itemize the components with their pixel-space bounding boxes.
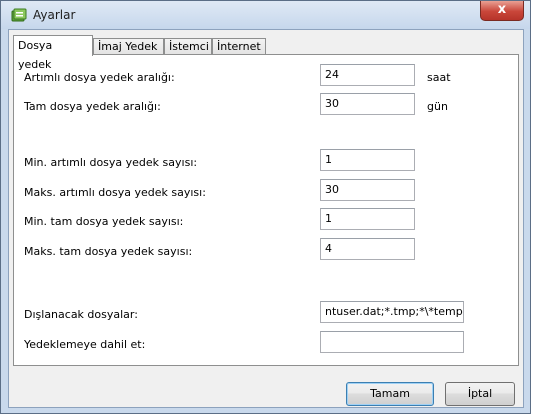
tab-internet[interactable]: İnternet (212, 38, 266, 55)
tab-dosya-yedek[interactable]: Dosya yedek (13, 35, 93, 71)
dialog-client-area: Dosya yedek İmaj Yedek İstemci İnternet … (8, 29, 524, 408)
close-button[interactable]: x (480, 1, 524, 21)
min-full-input[interactable]: 1 (320, 208, 415, 230)
excluded-files-input[interactable]: ntuser.dat;*.tmp;*\*temp*\ (320, 301, 464, 323)
ok-button[interactable]: Tamam (346, 382, 434, 406)
settings-app-icon (11, 8, 27, 22)
close-icon: x (497, 2, 507, 17)
include-in-backup-input[interactable] (320, 331, 464, 353)
full-interval-input[interactable]: 30 (320, 93, 415, 115)
incremental-interval-unit: saat (427, 71, 451, 84)
max-incremental-label: Maks. artımlı dosya yedek sayısı: (24, 186, 206, 199)
tab-panel-dosya-yedek: Artımlı dosya yedek aralığı: 24 saat Tam… (13, 54, 519, 366)
include-in-backup-label: Yedeklemeye dahil et: (24, 338, 146, 351)
max-full-input[interactable]: 4 (320, 238, 415, 260)
full-interval-label: Tam dosya yedek aralığı: (24, 100, 161, 113)
tab-istemci[interactable]: İstemci (164, 38, 212, 55)
min-incremental-input[interactable]: 1 (320, 149, 415, 171)
excluded-files-label: Dışlanacak dosyalar: (24, 308, 138, 321)
max-incremental-input[interactable]: 30 (320, 179, 415, 201)
window-title: Ayarlar (33, 8, 76, 22)
title-bar[interactable]: Ayarlar x (1, 1, 530, 29)
tab-imaj-yedek[interactable]: İmaj Yedek (93, 38, 164, 55)
settings-window: Ayarlar x Dosya yedek İmaj Yedek İstemci… (0, 0, 531, 414)
min-full-label: Min. tam dosya yedek sayısı: (24, 215, 184, 228)
full-interval-unit: gün (427, 100, 448, 113)
cancel-button[interactable]: İptal (445, 382, 515, 406)
max-full-label: Maks. tam dosya yedek sayısı: (24, 245, 193, 258)
incremental-interval-input[interactable]: 24 (320, 64, 415, 86)
min-incremental-label: Min. artımlı dosya yedek sayısı: (24, 156, 198, 169)
